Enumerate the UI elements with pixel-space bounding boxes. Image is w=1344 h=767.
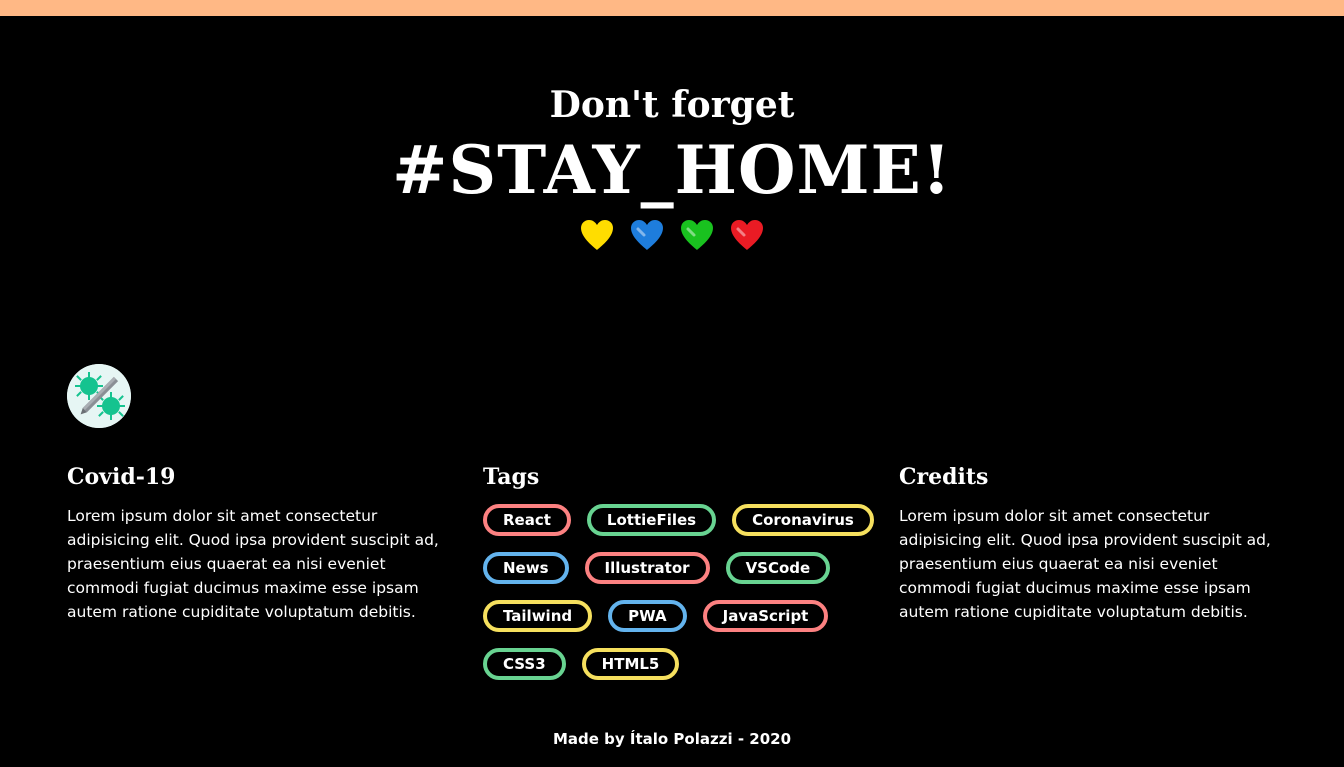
tag-vscode[interactable]: VSCode bbox=[725, 552, 831, 584]
tag-css3[interactable]: CSS3 bbox=[483, 648, 566, 680]
tag-lottiefiles[interactable]: LottieFiles bbox=[586, 504, 717, 536]
red-heart-icon bbox=[731, 220, 763, 250]
tag-pwa[interactable]: PWA bbox=[608, 600, 687, 632]
hero-subtitle: Don't forget bbox=[549, 84, 795, 126]
hero-section: Don't forget #STAY_HOME! bbox=[0, 80, 1344, 252]
hero-title: #STAY_HOME! bbox=[392, 131, 952, 209]
covid-section: Covid-19 Lorem ipsum dolor sit amet cons… bbox=[67, 462, 457, 624]
credits-section: Credits Lorem ipsum dolor sit amet conse… bbox=[899, 462, 1289, 624]
tags-heading: Tags bbox=[483, 464, 540, 490]
tag-html5[interactable]: HTML5 bbox=[581, 648, 680, 680]
hearts-row bbox=[0, 218, 1344, 252]
blue-heart-icon bbox=[631, 220, 663, 250]
tag-tailwind[interactable]: Tailwind bbox=[483, 600, 593, 632]
tag-javascript[interactable]: JavaScript bbox=[702, 600, 829, 632]
green-heart-icon bbox=[681, 220, 713, 250]
tags-list: React LottieFiles Coronavirus News Illustrat… bbox=[483, 504, 883, 680]
credits-heading: Credits bbox=[899, 464, 989, 490]
footer-credit: Made by Ítalo Polazzi - 2020 bbox=[552, 730, 792, 748]
tag-react[interactable]: React bbox=[483, 504, 571, 536]
covid-heading: Covid-19 bbox=[67, 464, 176, 490]
tags-section: Tags React LottieFiles Coronavirus News Illu… bbox=[483, 462, 874, 680]
top-accent-bar bbox=[0, 0, 1344, 16]
tag-news[interactable]: News bbox=[483, 552, 569, 584]
yellow-heart-icon bbox=[581, 220, 613, 250]
tag-illustrator[interactable]: Illustrator bbox=[584, 552, 710, 584]
credits-text: Lorem ipsum dolor sit amet consectetur a… bbox=[899, 507, 1271, 621]
tag-coronavirus[interactable]: Coronavirus bbox=[732, 504, 874, 536]
covid-text: Lorem ipsum dolor sit amet consectetur a… bbox=[67, 507, 439, 621]
virus-syringe-icon bbox=[67, 364, 131, 428]
